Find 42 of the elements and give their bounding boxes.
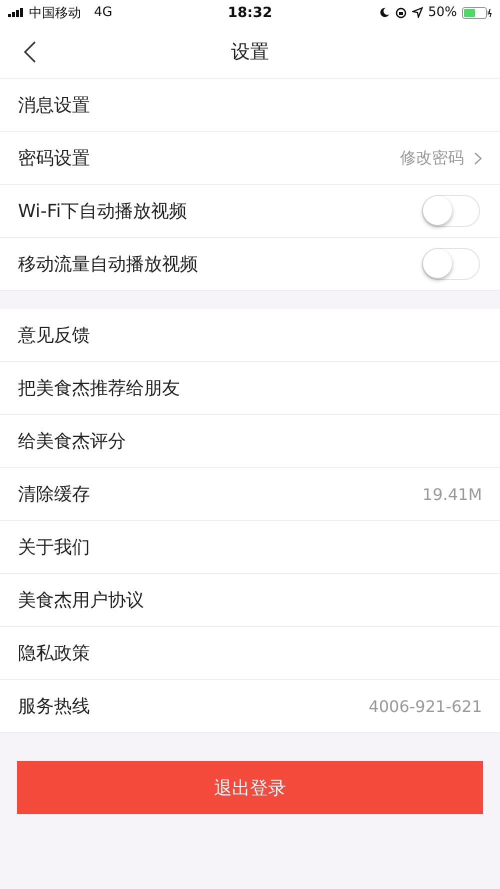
row-label: 密码设置 [18,147,90,170]
chevron-icon [474,152,482,164]
row-value: 4006-921-621 [368,696,482,716]
settings-row[interactable]: 给美食杰评分 [0,415,500,468]
settings-row[interactable]: 意见反馈 [0,309,500,362]
settings-row[interactable]: 美食杰用户协议 [0,574,500,627]
settings-row[interactable]: 隐私政策 [0,627,500,680]
row-label: 清除缓存 [18,483,90,506]
settings-row[interactable]: 移动流量自动播放视频 [0,238,500,291]
logout-button[interactable]: 退出登录 [17,761,483,814]
row-label: 隐私政策 [18,642,90,665]
row-label: 给美食杰评分 [18,430,126,453]
settings-row[interactable]: 密码设置 修改密码 [0,132,500,185]
page-title: 设置 [231,40,269,64]
row-label: 意见反馈 [18,324,90,347]
settings-row[interactable]: Wi-Fi下自动播放视频 [0,185,500,238]
settings-row[interactable]: 消息设置 [0,79,500,132]
status-time: 18:32 [228,4,272,20]
settings-row[interactable]: 把美食杰推荐给朋友 [0,362,500,415]
settings-row[interactable]: 关于我们 [0,521,500,574]
row-label: 美食杰用户协议 [18,589,144,612]
row-label: 关于我们 [18,536,90,559]
settings-row[interactable]: 服务热线 4006-921-621 [0,680,500,733]
row-label: 移动流量自动播放视频 [18,253,198,276]
row-value: 19.41M [422,484,482,504]
signal-icon [8,8,24,17]
rotation-lock-icon [395,6,408,18]
battery-percent: 50% [428,5,457,20]
row-label: 消息设置 [18,94,90,117]
carrier-name: 中国移动 [29,4,81,22]
row-label: 服务热线 [18,695,90,718]
battery-icon [462,6,492,18]
row-value: 修改密码 [400,148,464,168]
toggle-switch[interactable] [422,248,480,280]
network-type: 4G [94,5,112,20]
location-icon [412,7,424,18]
toggle-switch[interactable] [422,195,480,227]
row-label: Wi-Fi下自动播放视频 [18,200,187,223]
settings-row[interactable]: 清除缓存 19.41M [0,468,500,521]
back-button[interactable] [22,39,38,65]
row-label: 把美食杰推荐给朋友 [18,377,180,400]
moon-icon [379,7,390,18]
